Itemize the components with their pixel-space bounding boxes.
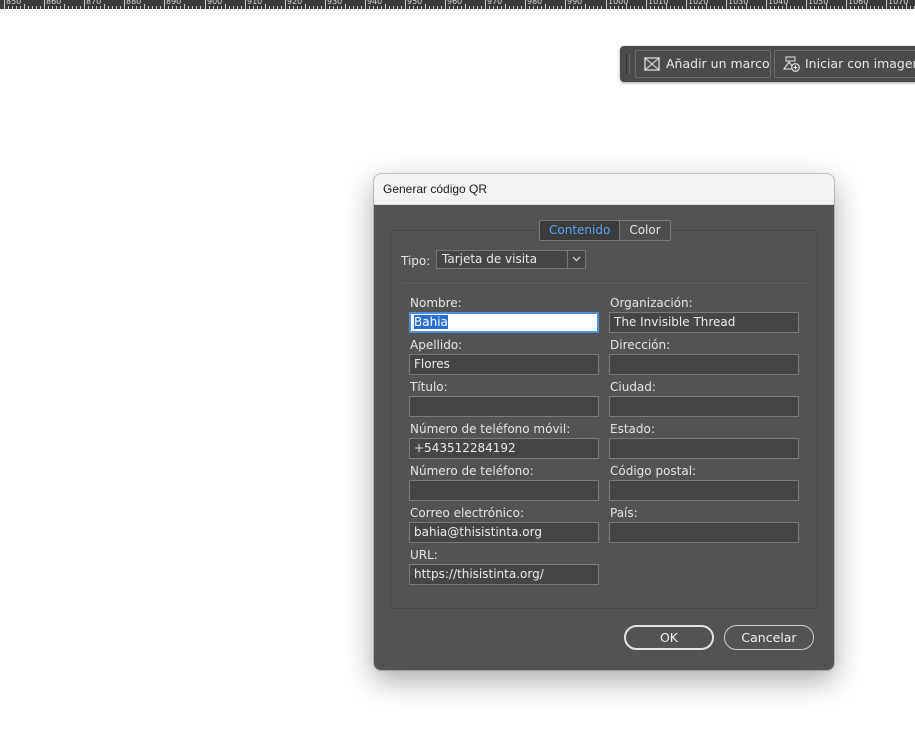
dialog-title: Generar código QR — [383, 182, 488, 196]
ruler-tick-label: 990 — [567, 0, 583, 6]
image-add-icon — [783, 56, 800, 72]
ruler-tick-label: 1020 — [688, 0, 709, 6]
ruler-tick-label: 870 — [86, 0, 102, 6]
state-field[interactable] — [609, 438, 799, 459]
start-with-image-label: Iniciar con imagen — [805, 56, 915, 71]
content-panel — [390, 230, 818, 609]
first-name-label: Nombre: — [410, 296, 462, 310]
frame-placeholder-icon — [644, 57, 660, 71]
organization-field[interactable]: The Invisible Thread — [609, 312, 799, 333]
mobile-phone-field[interactable]: +543512284192 — [409, 438, 599, 459]
title-field[interactable] — [409, 396, 599, 417]
chevron-down-icon[interactable] — [567, 251, 585, 268]
phone-label: Número de teléfono: — [410, 464, 534, 478]
address-label: Dirección: — [610, 338, 671, 352]
contextual-task-bar: Añadir un marco Iniciar con imagen — [620, 46, 915, 82]
ruler-tick-label: 960 — [447, 0, 463, 6]
ruler-tick-label: 910 — [247, 0, 263, 6]
mobile-phone-label: Número de teléfono móvil: — [410, 422, 571, 436]
ruler-tick-label: 970 — [487, 0, 503, 6]
type-select-value: Tarjeta de visita — [442, 252, 538, 266]
ruler-tick-label: 860 — [46, 0, 62, 6]
type-select[interactable]: Tarjeta de visita — [436, 250, 586, 269]
ruler-tick-label: 900 — [207, 0, 223, 6]
add-frame-label: Añadir un marco — [666, 56, 770, 71]
start-with-image-button[interactable]: Iniciar con imagen — [774, 50, 915, 78]
ok-button[interactable]: OK — [624, 625, 714, 650]
ruler-tick-label: 1070 — [888, 0, 909, 6]
horizontal-ruler[interactable]: 850 860 870 880 890 900 910 920 930 940 950 960 970 9… — [0, 0, 915, 9]
separator — [402, 281, 807, 283]
url-label: URL: — [410, 548, 438, 562]
tab-color[interactable]: Color — [620, 221, 670, 240]
address-field[interactable] — [609, 354, 799, 375]
type-label: Tipo: — [401, 254, 431, 268]
ruler-tick-label: 1000 — [608, 0, 629, 6]
first-name-value: Bahia — [414, 315, 448, 329]
ruler-tick-label: 1030 — [728, 0, 749, 6]
ruler-tick-label: 1010 — [648, 0, 669, 6]
drag-handle[interactable] — [626, 54, 630, 74]
ruler-tick-label: 1040 — [768, 0, 789, 6]
title-label: Título: — [410, 380, 448, 394]
ruler-tick-label: 890 — [166, 0, 182, 6]
country-field[interactable] — [609, 522, 799, 543]
postal-code-field[interactable] — [609, 480, 799, 501]
url-field[interactable]: https://thisistinta.org/ — [409, 564, 599, 585]
ruler-tick-label: 950 — [407, 0, 423, 6]
tab-bar: Contenido Color — [539, 220, 671, 241]
tab-contenido[interactable]: Contenido — [540, 221, 621, 240]
email-field[interactable]: bahia@thisistinta.org — [409, 522, 599, 543]
ruler-tick-label: 930 — [327, 0, 343, 6]
dialog-titlebar[interactable]: Generar código QR — [374, 174, 834, 205]
first-name-field[interactable]: Bahia — [409, 312, 599, 333]
ruler-tick-label: 980 — [527, 0, 543, 6]
city-label: Ciudad: — [610, 380, 656, 394]
ruler-tick-label: 1050 — [808, 0, 829, 6]
phone-field[interactable] — [409, 480, 599, 501]
cancel-button[interactable]: Cancelar — [724, 625, 814, 650]
add-frame-button[interactable]: Añadir un marco — [635, 50, 771, 78]
email-label: Correo electrónico: — [410, 506, 524, 520]
state-label: Estado: — [610, 422, 655, 436]
postal-code-label: Código postal: — [610, 464, 697, 478]
ruler-tick-label: 1060 — [848, 0, 869, 6]
ruler-tick-label: 940 — [367, 0, 383, 6]
last-name-label: Apellido: — [410, 338, 463, 352]
city-field[interactable] — [609, 396, 799, 417]
ruler-tick-label: 920 — [287, 0, 303, 6]
country-label: País: — [610, 506, 638, 520]
ruler-tick-label: 880 — [126, 0, 142, 6]
ruler-tick-label: 850 — [6, 0, 22, 6]
generate-qr-code-dialog: Generar código QR Contenido Color Tipo: … — [374, 174, 834, 670]
organization-label: Organización: — [610, 296, 693, 310]
last-name-field[interactable]: Flores — [409, 354, 599, 375]
